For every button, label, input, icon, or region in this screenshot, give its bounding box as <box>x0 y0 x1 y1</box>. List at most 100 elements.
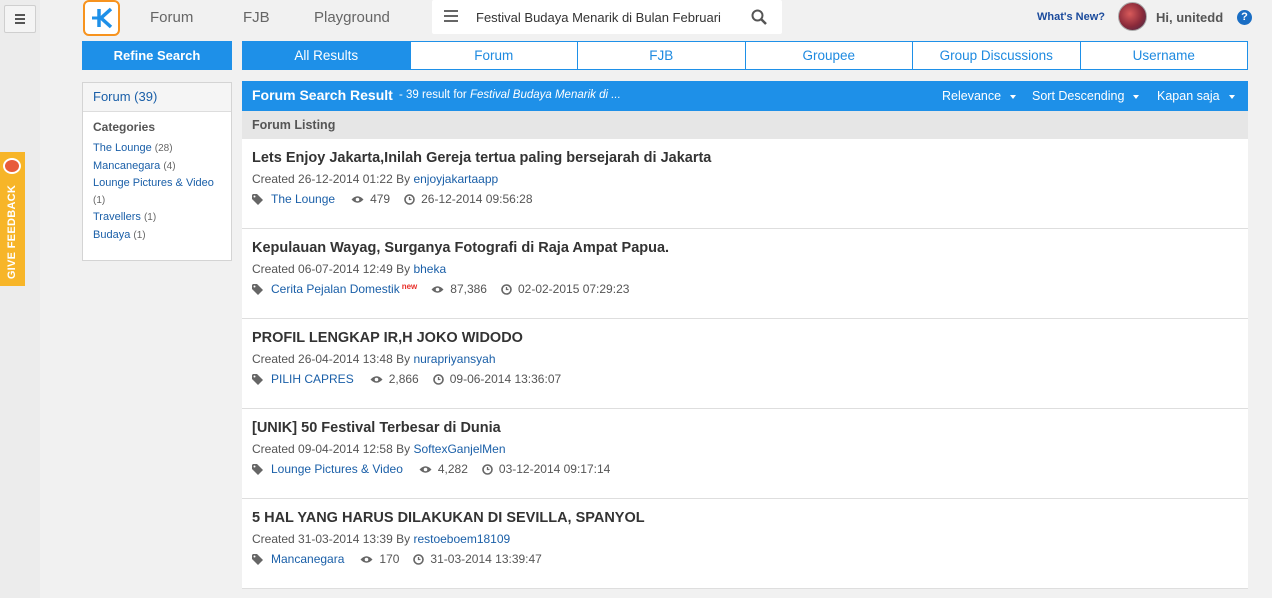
clock-icon <box>432 373 444 385</box>
eye-icon <box>370 375 383 384</box>
result-created: Created 26-04-2014 13:48 By nurapriyansy… <box>252 352 1238 366</box>
result-created: Created 09-04-2014 12:58 By SoftexGanjel… <box>252 442 1238 456</box>
view-count: 170 <box>379 552 400 566</box>
tab-username[interactable]: Username <box>1081 42 1248 69</box>
clock-icon <box>404 193 415 205</box>
result-summary: - 39 result for Festival Budaya Menarik … <box>399 89 621 101</box>
tag-icon <box>252 463 265 475</box>
category-link[interactable]: Lounge Pictures & Video <box>93 177 214 189</box>
result-meta: Cerita Pejalan Domestik new 87,386 02-02-… <box>252 282 1238 296</box>
result-meta: PILIH CAPRES 2,866 09-06-2014 13:36:07 <box>252 372 1238 386</box>
result-item: PROFIL LENGKAP IR,H JOKO WIDODO Created … <box>242 319 1248 409</box>
category-link[interactable]: PILIH CAPRES <box>271 372 354 386</box>
new-badge: new <box>401 281 418 291</box>
result-created: Created 06-07-2014 12:49 By bheka <box>252 262 1238 276</box>
created-text: Created 06-07-2014 12:49 By <box>252 262 411 276</box>
result-title-link[interactable]: 5 HAL YANG HARUS DILAKUKAN DI SEVILLA, S… <box>252 510 1238 526</box>
author-link[interactable]: nurapriyansyah <box>413 352 495 366</box>
result-query: Festival Budaya Menarik di ... <box>469 89 621 101</box>
category-item: Travellers (1) <box>93 209 221 227</box>
category-link[interactable]: The Lounge <box>271 192 335 206</box>
hamburger-icon <box>15 14 25 24</box>
tag-icon <box>252 193 265 205</box>
view-count: 4,282 <box>437 462 468 476</box>
view-count: 87,386 <box>450 282 487 296</box>
category-link[interactable]: Cerita Pejalan Domestik <box>271 282 400 296</box>
relevance-dropdown[interactable]: Relevance <box>942 89 1016 103</box>
created-text: Created 09-04-2014 12:58 By <box>252 442 411 456</box>
user-greeting[interactable]: Hi, unitedd <box>1156 10 1223 25</box>
search-box <box>432 0 782 34</box>
search-icon <box>751 9 767 25</box>
result-title-link[interactable]: Lets Enjoy Jakarta,Inilah Gereja tertua … <box>252 150 1238 166</box>
nav-fjb[interactable]: FJB <box>243 9 270 26</box>
last-post-time: 02-02-2015 07:29:23 <box>517 282 630 296</box>
search-options-icon[interactable] <box>444 10 458 25</box>
category-item: Budaya (1) <box>93 227 221 245</box>
nav-forum[interactable]: Forum <box>150 9 193 26</box>
result-created: Created 31-03-2014 13:39 By restoeboem18… <box>252 532 1238 546</box>
category-item: The Lounge (28) <box>93 140 221 158</box>
category-link[interactable]: Travellers <box>93 211 141 223</box>
left-rail: GIVE FEEDBACK <box>0 0 40 598</box>
tab-group-discussions[interactable]: Group Discussions <box>913 42 1081 69</box>
result-list: Lets Enjoy Jakarta,Inilah Gereja tertua … <box>242 139 1248 589</box>
tab-fjb[interactable]: FJB <box>578 42 746 69</box>
author-link[interactable]: enjoyjakartaapp <box>413 172 498 186</box>
result-count-text: - 39 result for <box>399 89 467 101</box>
tag-icon <box>252 373 265 385</box>
view-count: 2,866 <box>388 372 419 386</box>
tag-icon <box>252 283 265 295</box>
eye-icon <box>419 465 432 474</box>
result-meta: Mancanegara 170 31-03-2014 13:39:47 <box>252 552 1238 566</box>
view-count: 479 <box>370 192 391 206</box>
eye-icon <box>351 195 364 204</box>
category-link[interactable]: Mancanegara <box>271 552 344 566</box>
author-link[interactable]: bheka <box>413 262 446 276</box>
category-link[interactable]: The Lounge <box>93 142 152 154</box>
result-header-bar: Forum Search Result - 39 result for Fest… <box>242 81 1248 111</box>
categories-heading: Categories <box>93 120 156 134</box>
clock-icon <box>501 283 512 295</box>
menu-toggle-button[interactable] <box>4 5 36 33</box>
help-icon[interactable]: ? <box>1237 10 1252 25</box>
category-link[interactable]: Mancanegara <box>93 160 160 172</box>
feedback-label: GIVE FEEDBACK <box>6 184 19 280</box>
tab-forum[interactable]: Forum <box>411 42 578 69</box>
whats-new-link[interactable]: What's New? <box>1037 11 1105 23</box>
forum-filter-link[interactable]: Forum (39) <box>83 83 231 112</box>
top-header: Forum FJB Playground What's New? Hi, uni… <box>40 0 1272 36</box>
created-text: Created 31-03-2014 13:39 By <box>252 532 411 546</box>
avatar[interactable] <box>1118 2 1147 31</box>
result-title-link[interactable]: Kepulauan Wayag, Surganya Fotografi di R… <box>252 240 1238 256</box>
result-item: 5 HAL YANG HARUS DILAKUKAN DI SEVILLA, S… <box>242 499 1248 589</box>
tab-all-results[interactable]: All Results <box>243 42 411 69</box>
category-list: The Lounge (28) Mancanegara (4) Lounge P… <box>83 138 231 246</box>
category-link[interactable]: Lounge Pictures & Video <box>271 462 403 476</box>
author-link[interactable]: SoftexGanjelMen <box>413 442 505 456</box>
author-link[interactable]: restoeboem18109 <box>413 532 510 546</box>
last-post-time: 03-12-2014 09:17:14 <box>498 462 611 476</box>
result-created: Created 26-12-2014 01:22 By enjoyjakarta… <box>252 172 1238 186</box>
kaskus-logo[interactable] <box>83 0 120 36</box>
last-post-time: 31-03-2014 13:39:47 <box>430 552 542 566</box>
created-text: Created 26-04-2014 13:48 By <box>252 352 411 366</box>
search-input[interactable] <box>476 6 746 28</box>
refine-search-button[interactable]: Refine Search <box>82 41 232 70</box>
category-item: Lounge Pictures & Video (1) <box>93 175 221 209</box>
result-tabs: All Results Forum FJB Groupee Group Disc… <box>242 41 1248 70</box>
forum-listing-heading: Forum Listing <box>242 111 1248 139</box>
eye-icon <box>360 555 373 564</box>
tab-groupee[interactable]: Groupee <box>746 42 913 69</box>
result-meta: Lounge Pictures & Video 4,282 03-12-2014… <box>252 462 1238 476</box>
nav-playground[interactable]: Playground <box>314 9 390 26</box>
tag-icon <box>252 553 265 565</box>
result-title-link[interactable]: PROFIL LENGKAP IR,H JOKO WIDODO <box>252 330 1238 346</box>
category-link[interactable]: Budaya <box>93 229 130 241</box>
result-title-link[interactable]: [UNIK] 50 Festival Terbesar di Dunia <box>252 420 1238 436</box>
logo-k-icon <box>91 7 112 29</box>
sort-order-dropdown[interactable]: Sort Descending <box>1032 89 1139 103</box>
give-feedback-tab[interactable]: GIVE FEEDBACK <box>0 152 25 286</box>
search-button[interactable] <box>750 8 770 28</box>
time-range-dropdown[interactable]: Kapan saja <box>1157 89 1235 103</box>
